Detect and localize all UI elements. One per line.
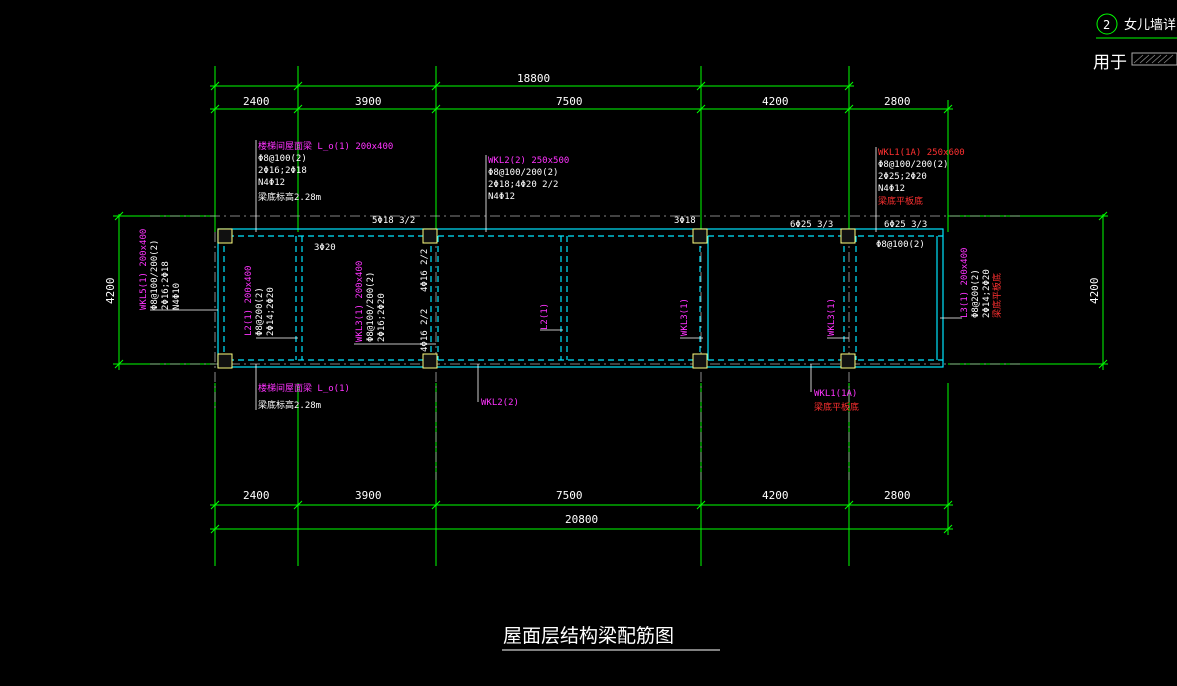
bottom-span-1: 2400: [243, 489, 270, 502]
annotation-text: 2Φ14;2Φ20: [982, 269, 992, 318]
top-span-1: 2400: [243, 95, 270, 108]
annotation-text: 5Φ18 3/2: [372, 216, 415, 226]
annotation-wkl1-top: WKL1(1A) 250x600 Φ8@100/200(2) 2Φ25;2Φ20…: [878, 148, 965, 207]
annotation-text: 梁底标高2.28m: [258, 191, 321, 203]
annotation-text: Φ8@100(2): [258, 154, 307, 164]
bottom-span-4: 4200: [762, 489, 789, 502]
annotation-text: 梁底平板底: [814, 401, 859, 413]
bottom-span-5: 2800: [884, 489, 911, 502]
annotation-stair-beam-top: 楼梯间屋面梁 L_o(1) 200x400 Φ8@100(2) 2Φ16;2Φ1…: [258, 140, 393, 203]
annotation-text: WKL5(1) 200x400: [139, 229, 149, 310]
annotation-text: L2(1): [540, 303, 550, 330]
annotation-text: 楼梯间屋面梁 L_o(1): [258, 382, 350, 394]
annotation-text: 3Φ20: [314, 243, 336, 253]
annotation-text: WKL1(1A) 250x600: [878, 148, 965, 158]
column: [840, 228, 856, 244]
drawing-title: 屋面层结构梁配筋图: [503, 625, 674, 647]
annotation-text: 6Φ25 3/3: [884, 220, 927, 230]
annotation-text: Φ8@100/200(2): [366, 272, 376, 342]
annotation-text: 梁底标高2.28m: [258, 399, 321, 411]
annotation-text: N4Φ12: [878, 184, 905, 194]
top-span-4: 4200: [762, 95, 789, 108]
bottom-annotations: 楼梯间屋面梁 L_o(1) 梁底标高2.28m WKL2(2) WKL1(1A)…: [258, 382, 859, 413]
annotation-text: 楼梯间屋面梁 L_o(1) 200x400: [258, 140, 393, 152]
top-bar-labels: 5Φ18 3/2 3Φ18 6Φ25 3/3 6Φ25 3/3 Φ8@100(2…: [314, 216, 927, 253]
column: [692, 353, 708, 369]
bottom-span-2: 3900: [355, 489, 382, 502]
annotation-text: Φ8@100(2): [876, 240, 925, 250]
vertical-annotations: WKL5(1) 200x400 Φ8@100/200(2) 2Φ16;2Φ18 …: [139, 229, 1003, 352]
annotation-text: Φ8@100/200(2): [878, 160, 948, 170]
axis-lines: [150, 215, 1020, 480]
column: [840, 353, 856, 369]
annotation-text: WKL3(1): [827, 298, 837, 336]
top-span-2: 3900: [355, 95, 382, 108]
annotation-text: 6Φ25 3/3: [790, 220, 833, 230]
annotation-text: WKL3(1): [680, 298, 690, 336]
annotation-text: 梁底平板底: [878, 195, 923, 207]
detail-number: 2: [1103, 18, 1110, 32]
top-span-5: 2800: [884, 95, 911, 108]
annotation-text: 2Φ16;2Φ18: [161, 261, 171, 310]
annotation-text: L2(1) 200x400: [244, 266, 254, 336]
usage-label: 用于: [1093, 53, 1127, 73]
column: [422, 228, 438, 244]
annotation-text: 2Φ14;2Φ20: [266, 287, 276, 336]
annotation-text: Φ8@100/200(2): [488, 168, 558, 178]
structural-drawing-canvas: 2 女儿墙详图 用于 18800 2400 3900 7500 4200 280…: [104, 13, 1177, 651]
annotation-text: WKL3(1) 200x400: [355, 261, 365, 342]
annotation-text: 梁底平板底: [991, 273, 1003, 318]
right-height-dimension: 4200: [1088, 278, 1101, 305]
annotation-text: Φ8@200(2): [255, 287, 265, 336]
top-total-dimension: 18800: [517, 72, 550, 85]
bottom-total-dimension: 20800: [565, 513, 598, 526]
annotation-text: WKL2(2): [481, 398, 519, 408]
annotation-wkl2-top: WKL2(2) 250x500 Φ8@100/200(2) 2Φ18;4Φ20 …: [488, 156, 569, 202]
annotation-text: 2Φ16;2Φ18: [258, 166, 307, 176]
left-height-dimension: 4200: [104, 278, 117, 305]
annotation-text: WKL2(2) 250x500: [488, 156, 569, 166]
annotation-text: WKL1(1A): [814, 389, 857, 399]
column: [422, 353, 438, 369]
annotation-text: N4Φ12: [258, 178, 285, 188]
annotation-text: L3(1) 200x400: [960, 248, 970, 318]
top-span-3: 7500: [556, 95, 583, 108]
column: [692, 228, 708, 244]
annotation-text: 4Φ16 2/2: [420, 309, 430, 352]
annotation-text: 2Φ18;4Φ20 2/2: [488, 180, 558, 190]
annotation-text: Φ8@200(2): [971, 269, 981, 318]
annotation-text: 2Φ25;2Φ20: [878, 172, 927, 182]
drawing-title-block: 屋面层结构梁配筋图: [502, 625, 720, 651]
annotation-text: N4Φ10: [172, 283, 182, 310]
annotation-text: Φ8@100/200(2): [150, 240, 160, 310]
bottom-span-3: 7500: [556, 489, 583, 502]
annotation-text: 3Φ18: [674, 216, 696, 226]
annotation-text: 2Φ16;2Φ20: [377, 293, 387, 342]
column: [217, 353, 233, 369]
detail-header: 2 女儿墙详图 用于: [1093, 13, 1177, 73]
usage-hatch-pattern: [1133, 54, 1174, 64]
detail-title: 女儿墙详图: [1124, 17, 1177, 33]
annotation-text: N4Φ12: [488, 192, 515, 202]
column: [217, 228, 233, 244]
annotation-text: 4Φ16 2/2: [420, 249, 430, 292]
